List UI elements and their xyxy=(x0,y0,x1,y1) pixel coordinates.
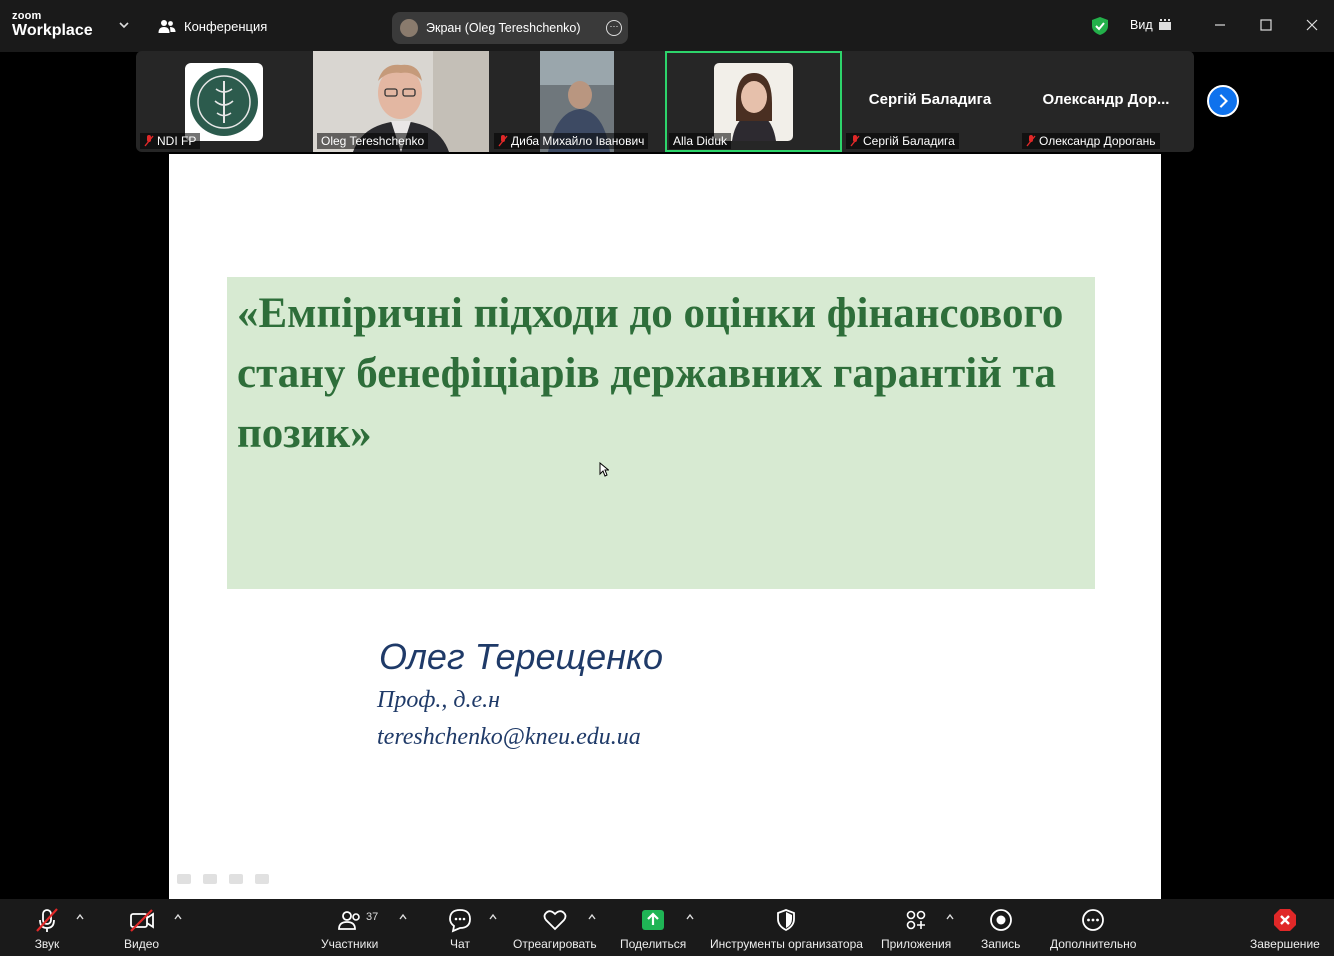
title-bar: zoom Workplace Конференция Экран (Oleg T… xyxy=(0,0,1334,52)
mic-muted-icon xyxy=(1026,135,1036,147)
institute-logo xyxy=(185,63,263,141)
caret-up-icon[interactable] xyxy=(686,913,694,921)
caret-up-icon[interactable] xyxy=(588,913,596,921)
share-button[interactable]: Поделиться xyxy=(620,907,686,951)
meeting-toolbar: Звук Видео Участники 37 Чат Отреагироват… xyxy=(0,899,1334,956)
record-button[interactable]: Запись xyxy=(981,907,1020,951)
menu-icon[interactable] xyxy=(229,874,243,884)
maximize-icon[interactable] xyxy=(1259,18,1273,32)
participant-name: Сергій Баладига xyxy=(846,133,959,149)
participant-name: Oleg Tereshchenko xyxy=(317,133,429,149)
brand-small: zoom xyxy=(12,10,42,22)
chat-label: Чат xyxy=(450,937,470,951)
video-button[interactable]: Видео xyxy=(124,907,159,951)
record-label: Запись xyxy=(981,937,1021,951)
record-icon xyxy=(989,909,1012,931)
caret-up-icon[interactable] xyxy=(489,913,497,921)
caret-up-icon[interactable] xyxy=(399,913,407,921)
participant-display-name: Сергій Баладига xyxy=(868,91,992,108)
end-label: Завершение xyxy=(1250,937,1320,951)
mic-muted-icon xyxy=(144,135,154,147)
end-meeting-button[interactable]: Завершение xyxy=(1250,907,1320,951)
participant-display-name: Олександр Дор... xyxy=(1042,91,1170,108)
participant-name: Alla Diduk xyxy=(669,133,732,149)
slide-email: tereshchenko@kneu.edu.ua xyxy=(377,724,641,750)
slide-author: Олег Терещенко xyxy=(379,636,664,677)
participant-tile[interactable]: NDI FP xyxy=(136,51,312,152)
next-slide-icon[interactable] xyxy=(255,874,269,884)
host-tools-label: Инструменты организатора xyxy=(710,937,863,951)
participants-label: Участники xyxy=(321,937,379,951)
end-meeting-icon xyxy=(1273,909,1296,931)
chat-button[interactable]: Чат xyxy=(447,907,473,951)
mouse-cursor-icon xyxy=(599,462,609,477)
participant-tile-active[interactable]: Alla Diduk xyxy=(665,51,842,152)
screen-share-indicator[interactable]: Экран (Oleg Tereshchenko) ··· xyxy=(392,12,628,44)
participant-tile[interactable]: Диба Михайло Іванович xyxy=(490,51,666,152)
people-icon xyxy=(158,20,176,33)
heart-icon xyxy=(543,910,567,931)
audio-button[interactable]: Звук xyxy=(34,907,60,951)
meeting-info-button[interactable]: Конференция xyxy=(158,18,267,34)
view-label: Вид xyxy=(1130,18,1153,32)
participant-tile[interactable]: Сергій Баладига Сергій Баладига xyxy=(842,51,1018,152)
react-button[interactable]: Отреагировать xyxy=(513,907,597,951)
audio-label: Звук xyxy=(34,937,60,951)
next-page-icon[interactable] xyxy=(1207,85,1239,117)
screen-share-label: Экран (Oleg Tereshchenko) xyxy=(426,21,581,35)
brand-big: Workplace xyxy=(12,22,93,39)
close-icon[interactable] xyxy=(1305,18,1319,32)
shield-icon xyxy=(777,909,796,932)
chevron-down-icon[interactable] xyxy=(117,18,131,32)
participant-tile[interactable]: Олександр Дор... Олександр Дорогань xyxy=(1018,51,1194,152)
slide-degree: Проф., д.е.н xyxy=(377,687,501,713)
slide-title: «Емпіричні підходи до оцінки фінансового… xyxy=(237,290,1064,457)
participant-strip: NDI FP Oleg Tereshchenko Диба Михайло Ів… xyxy=(136,51,1194,152)
apps-label: Приложения xyxy=(881,937,952,951)
participant-name: Диба Михайло Іванович xyxy=(494,133,649,149)
participant-photo xyxy=(714,63,793,141)
pen-icon[interactable] xyxy=(203,874,217,884)
meeting-label: Конференция xyxy=(184,18,268,34)
apps-button[interactable]: Приложения xyxy=(881,907,951,951)
more-button[interactable]: Дополнительно xyxy=(1050,907,1136,951)
apps-icon xyxy=(906,910,926,930)
caret-up-icon[interactable] xyxy=(76,913,84,921)
video-off-icon xyxy=(129,909,154,932)
video-label: Видео xyxy=(124,937,160,951)
slide-nav-controls[interactable] xyxy=(177,874,269,884)
mic-muted-icon xyxy=(498,135,508,147)
more-label: Дополнительно xyxy=(1050,937,1137,951)
more-icon xyxy=(1082,909,1105,931)
minimize-icon[interactable] xyxy=(1213,18,1227,32)
participant-tile[interactable]: Oleg Tereshchenko xyxy=(313,51,489,152)
grid-icon xyxy=(1158,19,1171,30)
prev-slide-icon[interactable] xyxy=(177,874,191,884)
participant-name: NDI FP xyxy=(140,133,201,149)
react-label: Отреагировать xyxy=(513,937,597,951)
share-label: Поделиться xyxy=(620,937,687,951)
participant-name: Олександр Дорогань xyxy=(1022,133,1160,149)
zoom-logo: zoom Workplace xyxy=(12,11,93,39)
chat-icon xyxy=(449,909,471,933)
caret-up-icon[interactable] xyxy=(174,913,182,921)
host-tools-button[interactable]: Инструменты организатора xyxy=(710,907,863,951)
shared-screen: «Емпіричні підходи до оцінки фінансового… xyxy=(169,154,1161,899)
mic-muted-icon xyxy=(850,135,860,147)
share-screen-icon xyxy=(642,910,665,930)
mic-muted-icon xyxy=(36,908,58,932)
avatar xyxy=(400,19,418,37)
participants-icon xyxy=(337,911,360,930)
more-options-icon[interactable]: ··· xyxy=(606,20,622,36)
view-button[interactable]: Вид xyxy=(1130,18,1171,32)
participants-count: 37 xyxy=(366,911,379,923)
security-shield-icon[interactable] xyxy=(1091,16,1109,36)
caret-up-icon[interactable] xyxy=(946,913,954,921)
